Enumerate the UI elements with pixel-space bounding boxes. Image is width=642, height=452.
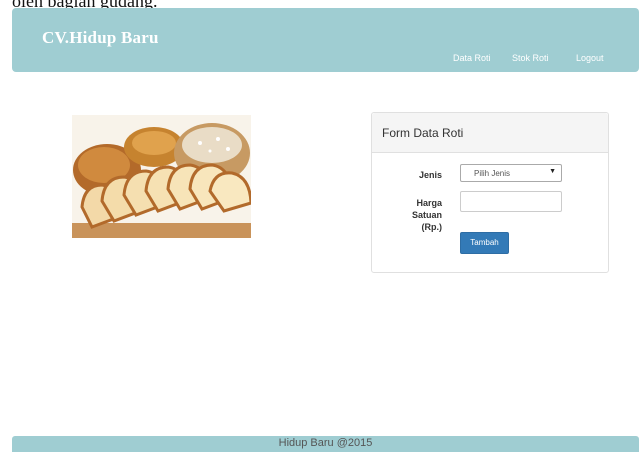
form-title: Form Data Roti: [382, 126, 464, 140]
jenis-label: Jenis: [418, 170, 442, 180]
footer: Hidup Baru @2015: [12, 436, 639, 452]
tambah-button[interactable]: Tambah: [460, 232, 509, 254]
nav-logout[interactable]: Logout: [576, 53, 604, 63]
nav-data-roti[interactable]: Data Roti: [453, 53, 491, 63]
navbar: CV.Hidup Baru Data Roti Stok Roti Logout: [12, 8, 639, 72]
harga-label: Harga Satuan (Rp.): [384, 197, 442, 233]
form-panel: Form Data Roti Jenis Pilih Jenis ▼ Harga…: [371, 112, 609, 273]
brand-title[interactable]: CV.Hidup Baru: [42, 28, 159, 48]
chevron-down-icon: ▼: [549, 168, 556, 175]
footer-text: Hidup Baru @2015: [278, 437, 373, 449]
harga-label-line1: Harga Satuan: [411, 198, 442, 220]
harga-label-line2: (Rp.): [421, 222, 443, 232]
jenis-selected-value: Pilih Jenis: [474, 169, 511, 178]
bread-image: [72, 115, 251, 238]
nav-stok-roti[interactable]: Stok Roti: [512, 53, 549, 63]
harga-input[interactable]: [460, 191, 562, 212]
jenis-select[interactable]: Pilih Jenis ▼: [460, 164, 562, 182]
panel-heading: Form Data Roti: [372, 113, 608, 153]
